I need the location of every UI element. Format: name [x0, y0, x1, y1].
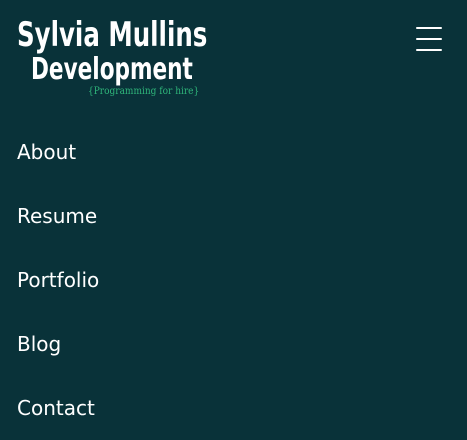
- menu-bar-top: [416, 27, 442, 29]
- menu-bar-bottom: [416, 49, 442, 51]
- nav-item-contact[interactable]: Contact: [0, 376, 467, 440]
- nav-item-blog[interactable]: Blog: [0, 312, 467, 376]
- site-header: Sylvia Mullins Development {Programming …: [0, 0, 467, 110]
- hamburger-menu-icon[interactable]: [411, 23, 447, 55]
- nav-item-portfolio[interactable]: Portfolio: [0, 248, 467, 312]
- site-logo[interactable]: Sylvia Mullins Development {Programming …: [17, 15, 208, 102]
- main-navigation: About Resume Portfolio Blog Contact: [0, 120, 467, 440]
- nav-item-about[interactable]: About: [0, 120, 467, 184]
- menu-bar-middle: [416, 38, 442, 40]
- brand-name-line1: Sylvia Mullins: [17, 15, 208, 55]
- brand-name-line2: Development: [31, 52, 193, 87]
- nav-item-resume[interactable]: Resume: [0, 184, 467, 248]
- brand-tagline: {Programming for hire}: [88, 86, 200, 97]
